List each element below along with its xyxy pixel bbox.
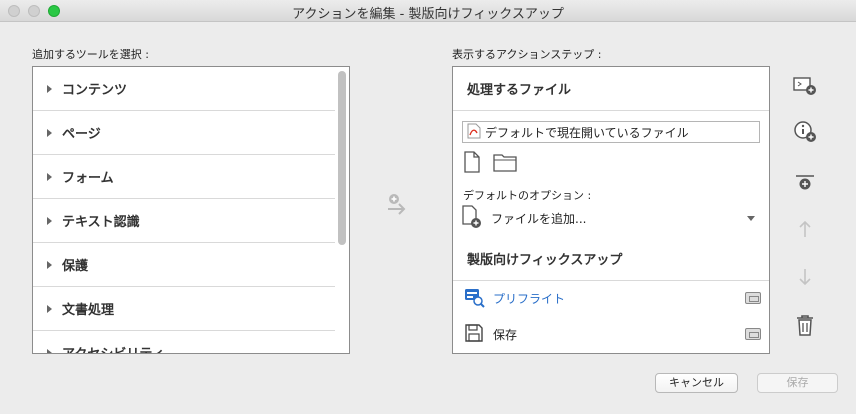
- add-file-icon[interactable]: [463, 151, 481, 176]
- save-button[interactable]: 保存: [757, 373, 838, 393]
- expand-triangle-icon: [47, 348, 52, 353]
- tool-item-protection[interactable]: 保護: [33, 243, 335, 287]
- save-disk-icon: [463, 322, 485, 347]
- move-up-icon[interactable]: [790, 214, 820, 244]
- dialog-toggle-icon[interactable]: [745, 292, 761, 304]
- step-label-preflight: プリフライト: [493, 291, 566, 306]
- cancel-button[interactable]: キャンセル: [655, 373, 738, 393]
- default-file-text: デフォルトで現在開いているファイル: [485, 125, 689, 140]
- step-label-save: 保存: [493, 327, 518, 342]
- tool-item-document-processing[interactable]: 文書処理: [33, 287, 335, 331]
- window-title: アクションを編集 - 製版向けフィックスアップ: [292, 7, 564, 22]
- scrollbar-thumb[interactable]: [338, 71, 346, 245]
- tool-item-content[interactable]: コンテンツ: [33, 67, 335, 111]
- move-down-icon[interactable]: [790, 262, 820, 292]
- tools-list[interactable]: コンテンツ ページ フォーム テキスト認識 保護 文書処理 アクセシビリティ: [32, 66, 350, 354]
- tool-item-accessibility[interactable]: アクセシビリティ: [33, 331, 335, 353]
- file-add-icon: [461, 204, 483, 232]
- group-header: 製版向けフィックスアップ: [453, 237, 769, 281]
- expand-triangle-icon: [47, 304, 52, 313]
- add-folder-icon[interactable]: [493, 151, 517, 176]
- tools-label: 追加するツールを選択 :: [32, 48, 149, 61]
- add-action-step-icon[interactable]: [790, 70, 820, 100]
- trash-icon[interactable]: [790, 310, 820, 340]
- title-bar: アクションを編集 - 製版向けフィックスアップ: [0, 0, 856, 22]
- expand-triangle-icon: [47, 172, 52, 181]
- steps-panel: 処理するファイル デフォルトで現在開いているファイル デフォルトのオプション :…: [452, 66, 770, 354]
- tool-item-forms[interactable]: フォーム: [33, 155, 335, 199]
- step-row-save[interactable]: 保存: [453, 317, 769, 351]
- add-panel-separator-icon[interactable]: [790, 168, 820, 198]
- preflight-icon: [463, 286, 485, 311]
- default-file-field[interactable]: デフォルトで現在開いているファイル: [462, 121, 760, 143]
- steps-label: 表示するアクションステップ :: [452, 48, 602, 61]
- tool-item-pages[interactable]: ページ: [33, 111, 335, 155]
- default-options-label: デフォルトのオプション :: [463, 189, 592, 202]
- files-header: 処理するファイル: [453, 67, 769, 111]
- dialog-toggle-icon[interactable]: [745, 328, 761, 340]
- add-instruction-icon[interactable]: [790, 116, 820, 146]
- default-options-value: ファイルを追加...: [491, 211, 587, 226]
- scrollbar[interactable]: [335, 67, 349, 353]
- default-options-select[interactable]: ファイルを追加...: [461, 204, 761, 232]
- add-to-steps-icon[interactable]: [384, 192, 410, 216]
- pdf-file-icon: [467, 123, 481, 142]
- expand-triangle-icon: [47, 84, 52, 93]
- chevron-down-icon: [747, 215, 755, 221]
- tool-item-text-recognition[interactable]: テキスト認識: [33, 199, 335, 243]
- expand-triangle-icon: [47, 128, 52, 137]
- step-row-preflight[interactable]: プリフライト: [453, 281, 769, 315]
- expand-triangle-icon: [47, 260, 52, 269]
- expand-triangle-icon: [47, 216, 52, 225]
